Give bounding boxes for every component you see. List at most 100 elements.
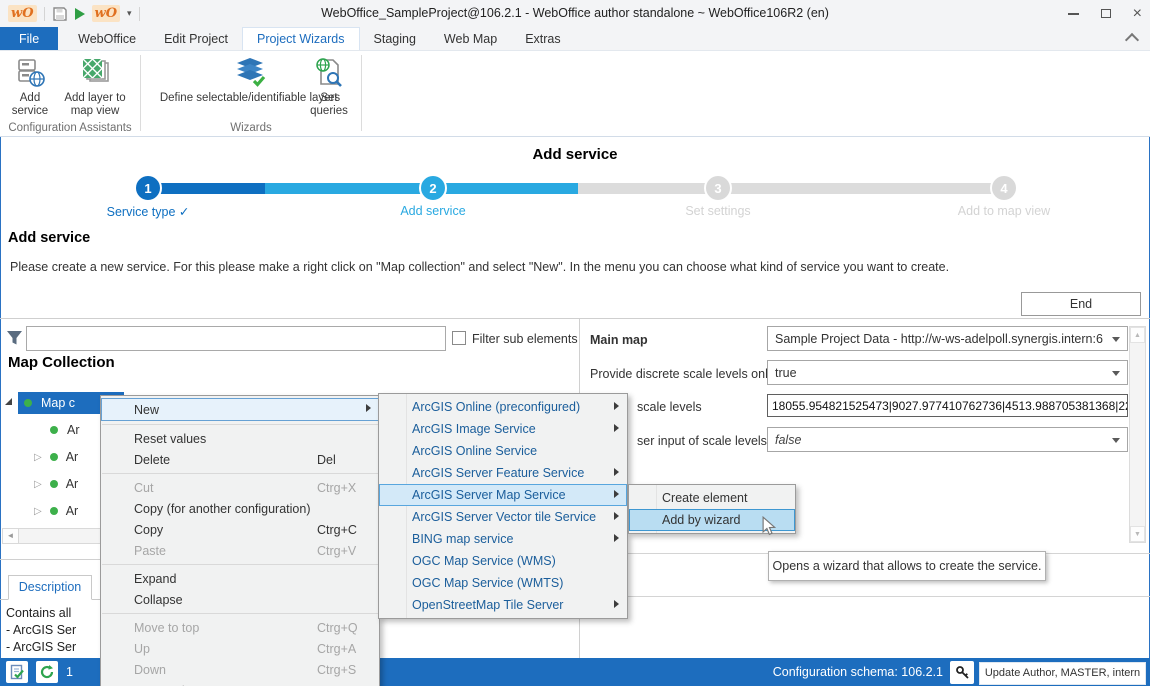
wizard-step-3-circle: 3 [704, 174, 732, 202]
submenu-item-arcgis-server-feature-service[interactable]: ArcGIS Server Feature Service [379, 462, 627, 484]
add-service-icon [14, 55, 46, 91]
menu-item-label: ArcGIS Server Map Service [412, 488, 566, 502]
description-text: - ArcGIS Ser [6, 623, 77, 637]
menu-item-label: BING map service [412, 532, 514, 546]
user-input-scales-select[interactable]: false [767, 427, 1128, 452]
property-label-main-map: Main map [590, 333, 648, 347]
menu-item-reset-values[interactable]: Reset values [101, 428, 379, 449]
key-icon[interactable] [950, 661, 974, 684]
menu-item-label: ArcGIS Online Service [412, 444, 538, 458]
save-icon[interactable] [52, 6, 68, 22]
add-service-button[interactable]: Add service [4, 55, 56, 118]
scroll-up-arrow-icon[interactable]: ▲ [1130, 327, 1145, 343]
tab-weboffice[interactable]: WebOffice [64, 27, 150, 50]
submenu-item-arcgis-online-service[interactable]: ArcGIS Online Service [379, 440, 627, 462]
tree-item-label: Ar [65, 477, 79, 491]
save-configuration-icon[interactable] [6, 661, 28, 683]
tree-expander-open-icon[interactable] [5, 398, 12, 405]
close-icon[interactable]: × [1133, 5, 1142, 22]
menu-item-paste[interactable]: Paste Ctrg+V [101, 540, 379, 561]
submenu-item-create-element[interactable]: Create element [629, 487, 795, 509]
tab-project-wizards[interactable]: Project Wizards [241, 27, 360, 50]
tree-item-label: Ar [65, 504, 79, 518]
tree-item-service[interactable]: ▷ Ar [34, 500, 78, 522]
update-author-button[interactable]: Update Author, MASTER, intern only [979, 662, 1146, 685]
tab-file[interactable]: File [0, 27, 59, 50]
menu-item-up[interactable]: Up Ctrg+A [101, 638, 379, 659]
submenu-item-ogc-map-service-wms[interactable]: OGC Map Service (WMS) [379, 550, 627, 572]
qat-customize-chevron-icon[interactable]: ▾ [127, 8, 132, 19]
ribbon-group-label: Configuration Assistants [8, 122, 132, 134]
tree-expander-closed-icon[interactable]: ▷ [34, 479, 42, 490]
menu-item-label: ArcGIS Online (preconfigured) [412, 400, 581, 414]
menu-item-label: OpenStreetMap Tile Server [412, 598, 564, 612]
submenu-item-openstreetmap-tile-server[interactable]: OpenStreetMap Tile Server [379, 594, 627, 616]
weboffice-icon[interactable]: wO [91, 5, 121, 22]
tree-item-service[interactable]: Ar [50, 419, 80, 441]
menu-item-copy-for-another-configuration[interactable]: Copy (for another configuration) [101, 498, 379, 519]
scroll-left-arrow-icon[interactable]: ◄ [3, 529, 19, 543]
collapse-ribbon-chevron-icon[interactable] [1127, 33, 1138, 40]
menu-item-cut[interactable]: Cut Ctrg+X [101, 477, 379, 498]
submenu-arrow-icon [614, 424, 619, 432]
refresh-icon[interactable] [36, 661, 58, 683]
separator [43, 6, 45, 21]
submenu-item-arcgis-server-vector-tile-service[interactable]: ArcGIS Server Vector tile Service [379, 506, 627, 528]
end-button[interactable]: End [1021, 292, 1141, 316]
menu-item-move-to-bottom[interactable]: Move to bottomCtrg+Y [101, 680, 379, 686]
property-label-scale-levels: scale levels [637, 400, 702, 414]
discrete-scales-select[interactable]: true [767, 360, 1128, 385]
section-divider [0, 318, 1150, 319]
menu-item-label: ArcGIS Image Service [412, 422, 536, 436]
submenu-item-bing-map-service[interactable]: BING map service [379, 528, 627, 550]
menu-item-down[interactable]: Down Ctrg+S [101, 659, 379, 680]
tree-item-service[interactable]: ▷ Ar [34, 473, 78, 495]
tree-item-label: Map c [41, 396, 76, 410]
tab-extras[interactable]: Extras [511, 27, 574, 50]
scroll-down-arrow-icon[interactable]: ▼ [1130, 526, 1145, 542]
set-queries-button[interactable]: Set queries [300, 55, 358, 118]
tree-expander-closed-icon[interactable]: ▷ [34, 506, 42, 517]
minimize-icon[interactable] [1067, 12, 1079, 15]
vertical-scrollbar[interactable]: ▲ ▼ [1129, 326, 1146, 543]
window-title: WebOffice_SampleProject@106.2.1 - WebOff… [321, 6, 829, 20]
set-queries-icon [314, 55, 344, 91]
submenu-item-arcgis-online-preconfigured[interactable]: ArcGIS Online (preconfigured) [379, 396, 627, 418]
add-layer-to-map-view-button[interactable]: Add layer to map view [56, 55, 134, 118]
menu-item-label: Cut [134, 480, 154, 495]
menu-item-delete[interactable]: Delete Del [101, 449, 379, 470]
wizard-title: Add service [532, 146, 618, 163]
tab-staging[interactable]: Staging [360, 27, 430, 50]
status-dot-icon [50, 426, 58, 434]
submenu-arrow-icon [614, 600, 619, 608]
main-map-value: Sample Project Data - http://w-ws-adelpo… [775, 331, 1103, 346]
submenu-arrow-icon [366, 404, 371, 412]
filter-sub-elements-checkbox[interactable] [452, 331, 466, 345]
maximize-icon[interactable] [1100, 9, 1111, 18]
filter-input[interactable] [26, 326, 446, 351]
progress-segment-pending [578, 183, 1004, 194]
button-label: Add layer to map view [64, 92, 126, 117]
tab-web-map[interactable]: Web Map [430, 27, 511, 50]
main-map-select[interactable]: Sample Project Data - http://w-ws-adelpo… [767, 326, 1128, 351]
tree-expander-closed-icon[interactable]: ▷ [34, 452, 42, 463]
context-menu: New Reset values Delete Del Cut Ctrg+X Cop… [100, 395, 380, 686]
tree-item-service[interactable]: ▷ Ar [34, 446, 78, 468]
wizard-step-2-circle: 2 [419, 174, 447, 202]
submenu-item-arcgis-image-service[interactable]: ArcGIS Image Service [379, 418, 627, 440]
menu-item-label: Move to top [134, 620, 200, 635]
tab-edit-project[interactable]: Edit Project [150, 27, 242, 50]
submenu-item-ogc-map-service-wmts[interactable]: OGC Map Service (WMTS) [379, 572, 627, 594]
tab-description[interactable]: Description [8, 575, 92, 600]
submenu-item-arcgis-server-map-service[interactable]: ArcGIS Server Map Service [379, 484, 627, 506]
menu-item-copy[interactable]: Copy Ctrg+C [101, 519, 379, 540]
scale-levels-input[interactable]: 18055.954821525473|9027.977410762736|451… [767, 394, 1128, 417]
titlebar: wO wO ▾ WebOffice_SampleProject@106.2.1 … [0, 0, 1150, 27]
run-icon[interactable] [74, 7, 85, 20]
app-logo-icon[interactable]: wO [8, 5, 37, 22]
menu-item-collapse[interactable]: Collapse [101, 589, 379, 610]
menu-item-expand[interactable]: Expand [101, 568, 379, 589]
menu-item-new[interactable]: New [101, 398, 379, 421]
quick-access-toolbar: wO wO ▾ [0, 5, 140, 22]
menu-item-move-to-top[interactable]: Move to top Ctrg+Q [101, 617, 379, 638]
